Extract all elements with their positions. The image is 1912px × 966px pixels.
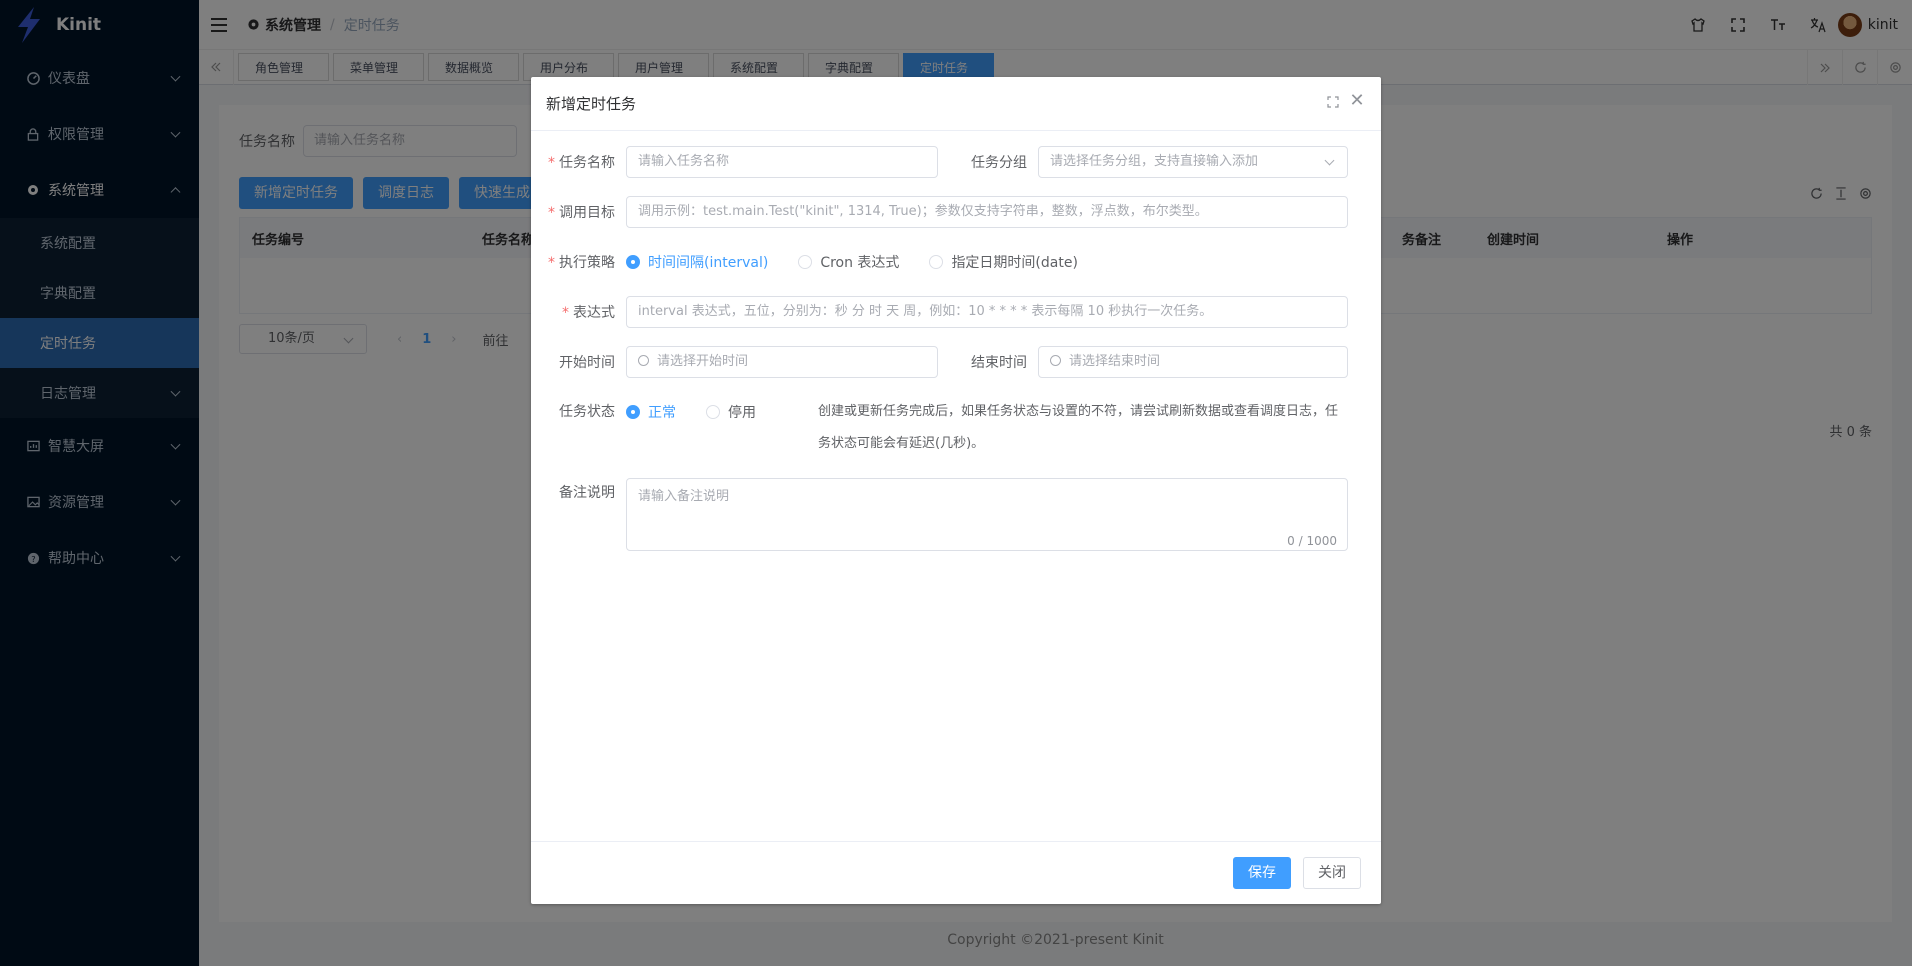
radio-date[interactable]: 指定日期时间(date) xyxy=(929,252,1078,272)
start-time-picker[interactable]: 请选择开始时间 xyxy=(626,346,938,378)
task-group-select[interactable]: 请选择任务分组，支持直接输入添加 xyxy=(1038,146,1348,178)
expr-label: 表达式 xyxy=(573,305,615,321)
end-time-placeholder: 请选择结束时间 xyxy=(1069,354,1161,369)
invoke-target-input[interactable]: 调用示例：test.main.Test("kinit", 1314, True)… xyxy=(626,196,1348,228)
remark-placeholder: 请输入备注说明 xyxy=(638,489,730,504)
task-group-placeholder: 请选择任务分组，支持直接输入添加 xyxy=(1050,154,1259,169)
dialog-body: * 任务名称 请输入任务名称 任务分组 请选择任务分组，支持直接输入添加 * 调用目… xyxy=(531,131,1381,551)
form-row: * 执行策略 时间间隔(interval) Cron 表达式 指定日期时间(dat… xyxy=(546,246,1356,278)
target-label: 调用目标 xyxy=(559,205,615,221)
radio-label: 正常 xyxy=(648,405,676,421)
field-label: 任务状态 xyxy=(559,404,615,420)
dialog-footer: 保存 关闭 xyxy=(531,841,1381,904)
name-label: 任务名称 xyxy=(559,155,615,171)
form-row: 备注说明 请输入备注说明 0 / 1000 xyxy=(546,478,1356,551)
chevron-down-icon xyxy=(1324,155,1335,166)
char-counter: 0 / 1000 xyxy=(1287,534,1337,548)
radio-dot xyxy=(626,405,640,419)
radio-status-disabled[interactable]: 停用 xyxy=(706,402,756,422)
radio-dot xyxy=(929,255,944,269)
close-button[interactable]: 关闭 xyxy=(1303,857,1361,889)
radio-cron[interactable]: Cron 表达式 xyxy=(798,252,899,272)
field-label: * 任务名称 xyxy=(548,155,615,171)
add-task-dialog: 新增定时任务 ✕ * 任务名称 请输入任务名称 任务分组 请选择任务分组，支持直接… xyxy=(531,77,1381,904)
field-label: 开始时间 xyxy=(559,355,615,371)
dialog-header: 新增定时任务 ✕ xyxy=(531,77,1381,131)
maximize-icon[interactable] xyxy=(1327,96,1339,108)
field-label: * 调用目标 xyxy=(548,205,615,221)
end-time-picker[interactable]: 请选择结束时间 xyxy=(1038,346,1348,378)
clock-icon xyxy=(1050,355,1061,366)
task-name-input[interactable]: 请输入任务名称 xyxy=(626,146,938,178)
radio-label: 时间间隔(interval) xyxy=(648,255,769,271)
expression-input[interactable]: interval 表达式，五位，分别为：秒 分 时 天 周，例如：10 * * … xyxy=(626,296,1348,328)
field-label: 任务分组 xyxy=(971,155,1027,171)
radio-label: 停用 xyxy=(728,405,756,421)
radio-label: Cron 表达式 xyxy=(820,255,900,271)
remark-textarea[interactable]: 请输入备注说明 0 / 1000 xyxy=(626,478,1348,551)
form-row: * 表达式 interval 表达式，五位，分别为：秒 分 时 天 周，例如：10… xyxy=(546,296,1356,328)
status-radio-group: 正常 停用 xyxy=(626,396,818,428)
radio-label: 指定日期时间(date) xyxy=(951,255,1078,271)
form-row: * 调用目标 调用示例：test.main.Test("kinit", 1314,… xyxy=(546,196,1356,228)
radio-dot xyxy=(626,255,640,269)
form-row: 开始时间 请选择开始时间 结束时间 请选择结束时间 xyxy=(546,346,1356,378)
start-time-placeholder: 请选择开始时间 xyxy=(657,354,749,369)
strategy-radio-group: 时间间隔(interval) Cron 表达式 指定日期时间(date) xyxy=(626,246,1108,278)
dialog-title: 新增定时任务 xyxy=(546,95,637,113)
field-label: * 执行策略 xyxy=(548,255,615,271)
radio-dot xyxy=(798,255,813,269)
form-row: * 任务名称 请输入任务名称 任务分组 请选择任务分组，支持直接输入添加 xyxy=(546,146,1356,178)
status-hint: 创建或更新任务完成后，如果任务状态与设置的不符，请尝试刷新数据或查看调度日志，任… xyxy=(818,404,1339,451)
field-label: 备注说明 xyxy=(559,485,615,501)
clock-icon xyxy=(638,355,649,366)
field-label: * 表达式 xyxy=(562,305,615,321)
radio-interval[interactable]: 时间间隔(interval) xyxy=(626,252,768,272)
strategy-label: 执行策略 xyxy=(559,255,615,271)
field-label: 结束时间 xyxy=(971,355,1027,371)
save-button[interactable]: 保存 xyxy=(1233,857,1291,889)
radio-dot xyxy=(706,405,720,419)
radio-status-normal[interactable]: 正常 xyxy=(626,402,676,422)
form-row: 任务状态 正常 停用 创建或更新任务完成后，如果任务状态与设置的不符，请尝试刷新… xyxy=(546,396,1356,460)
close-icon[interactable]: ✕ xyxy=(1347,91,1367,111)
